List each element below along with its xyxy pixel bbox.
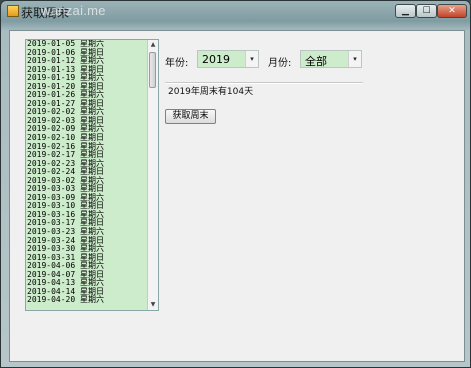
chevron-down-icon[interactable]: ▾ <box>245 51 258 67</box>
client-area: 2019-01-05 星期六 2019-01-06 星期日 2019-01-12 星… <box>9 30 465 362</box>
app-window: 获取周末 wanzai.me ▁ ☐ ✕ 2019-01-05 星期六 2019-… <box>0 0 471 368</box>
weekend-list-items: 2019-01-05 星期六 2019-01-06 星期日 2019-01-12 星… <box>26 40 148 305</box>
close-button[interactable]: ✕ <box>437 4 467 18</box>
scroll-up-icon[interactable]: ▲ <box>148 40 158 50</box>
watermark-text: wanzai.me <box>41 3 106 18</box>
list-item[interactable]: 2019-04-20 星期六 <box>27 296 148 305</box>
title-bar[interactable]: 获取周末 wanzai.me ▁ ☐ ✕ <box>1 1 470 23</box>
get-weekends-button[interactable]: 获取周末 <box>165 109 216 124</box>
result-text: 2019年周末有104天 <box>168 87 254 97</box>
weekend-listbox[interactable]: 2019-01-05 星期六 2019-01-06 星期日 2019-01-12 星… <box>25 39 159 311</box>
scroll-thumb[interactable] <box>149 52 156 88</box>
app-icon <box>7 5 19 17</box>
year-select-value: 2019 <box>202 53 230 66</box>
chevron-down-icon[interactable]: ▾ <box>348 51 361 67</box>
month-select-value: 全部 <box>305 55 327 68</box>
year-label: 年份: <box>165 58 189 69</box>
month-select[interactable]: 全部 ▾ <box>300 50 362 68</box>
year-select[interactable]: 2019 ▾ <box>197 50 259 68</box>
month-label: 月份: <box>268 58 292 69</box>
list-scrollbar[interactable]: ▲ ▼ <box>147 40 158 310</box>
scroll-down-icon[interactable]: ▼ <box>148 300 158 310</box>
maximize-button[interactable]: ☐ <box>416 4 437 18</box>
minimize-button[interactable]: ▁ <box>395 4 416 18</box>
